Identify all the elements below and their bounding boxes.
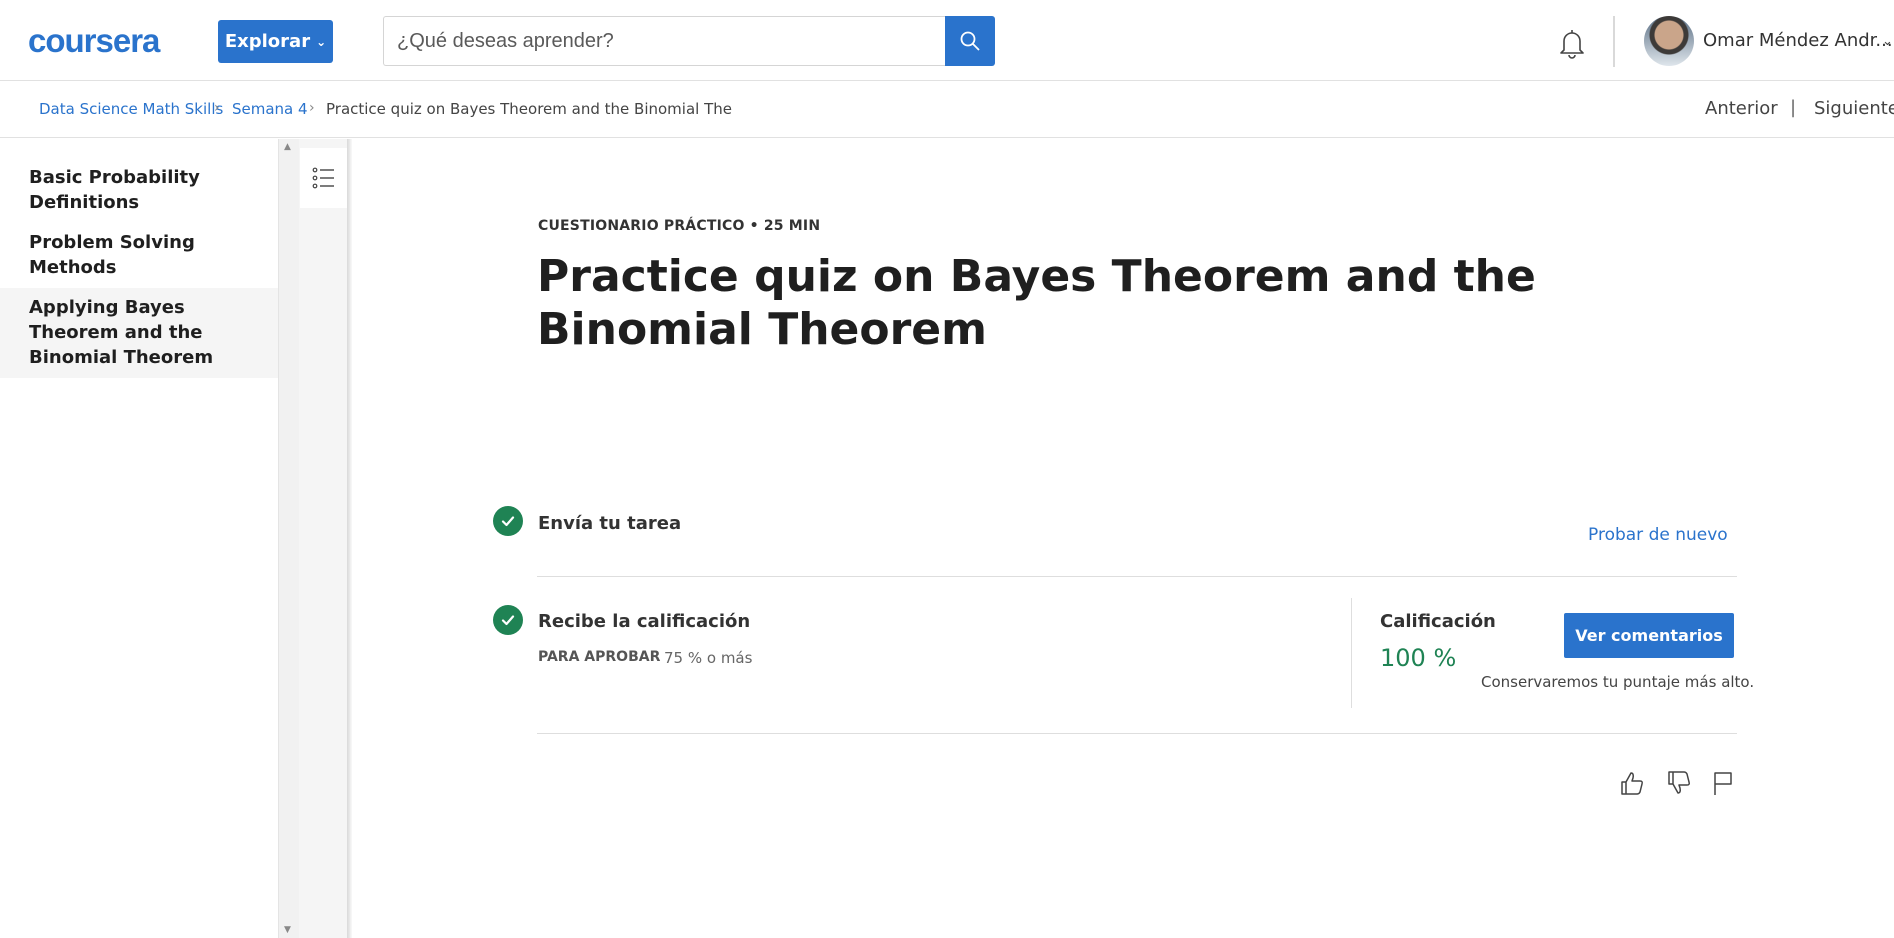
divider [537, 576, 1737, 577]
scroll-up-icon[interactable]: ▲ [284, 142, 291, 152]
item-type-label: CUESTIONARIO PRÁCTICO • 25 MIN [538, 218, 821, 234]
explore-label: Explorar [224, 31, 311, 52]
sidebar-item-problem-solving[interactable]: Problem Solving Methods [0, 230, 278, 280]
check-icon [493, 506, 523, 536]
search-box [383, 16, 945, 66]
chevron-down-icon: ⌄ [316, 34, 327, 49]
user-name[interactable]: Omar Méndez Andr... [1703, 30, 1893, 51]
toc-toggle-button[interactable] [300, 148, 347, 208]
avatar[interactable] [1644, 16, 1694, 66]
page-title: Practice quiz on Bayes Theorem and the B… [537, 251, 1536, 355]
breadcrumb-current: Practice quiz on Bayes Theorem and the B… [326, 100, 732, 118]
header-divider [1613, 16, 1615, 67]
highest-score-note: Conservaremos tu puntaje más alto. [1481, 673, 1755, 691]
thumbs-up-icon[interactable] [1617, 768, 1647, 798]
chevron-down-icon[interactable]: ⌄ [1882, 34, 1893, 49]
scroll-down-icon[interactable]: ▼ [284, 925, 291, 935]
divider [537, 733, 1737, 734]
search-input[interactable] [384, 17, 945, 65]
coursera-logo[interactable]: coursera [28, 24, 160, 58]
thumbs-down-icon[interactable] [1664, 768, 1694, 798]
search-button[interactable] [945, 16, 995, 66]
view-comments-button[interactable]: Ver comentarios [1564, 613, 1734, 658]
breadcrumb-separator: › [309, 100, 315, 116]
breadcrumb-bar: Data Science Math Skills › Semana 4 › Pr… [0, 81, 1894, 138]
check-icon [493, 605, 523, 635]
submit-step-label: Envía tu tarea [538, 513, 682, 534]
nav-divider: | [1790, 97, 1797, 118]
outline-panel [299, 139, 348, 938]
grade-step-label: Recibe la calificación [538, 611, 751, 632]
panel-shadow [348, 139, 352, 938]
flag-icon[interactable] [1708, 768, 1738, 798]
top-header: coursera Explorar ⌄ Omar Méndez Andr... … [0, 0, 1894, 81]
previous-link[interactable]: Anterior [1705, 98, 1778, 119]
breadcrumb-course[interactable]: Data Science Math Skills [39, 100, 223, 118]
grade-divider [1351, 598, 1352, 708]
sidebar-item-basic-probability[interactable]: Basic Probability Definitions [0, 165, 278, 215]
breadcrumb-separator: › [214, 100, 220, 116]
bell-icon[interactable] [1556, 26, 1588, 60]
grade-label: Calificación [1380, 611, 1496, 632]
retry-link[interactable]: Probar de nuevo [1588, 525, 1728, 545]
pass-label: PARA APROBAR [538, 649, 661, 665]
grade-value: 100 % [1380, 644, 1457, 672]
sidebar: Basic Probability Definitions Problem So… [0, 139, 278, 938]
explore-button[interactable]: Explorar ⌄ [218, 20, 333, 63]
sidebar-scrollbar[interactable]: ▲ ▼ [278, 139, 299, 938]
search-icon [960, 31, 980, 51]
breadcrumb-week[interactable]: Semana 4 [232, 100, 308, 118]
pass-value: 75 % o más [664, 649, 753, 667]
list-icon [312, 167, 334, 189]
sidebar-item-applying-bayes[interactable]: Applying Bayes Theorem and the Binomial … [0, 288, 278, 378]
next-link[interactable]: Siguiente [1814, 98, 1894, 119]
